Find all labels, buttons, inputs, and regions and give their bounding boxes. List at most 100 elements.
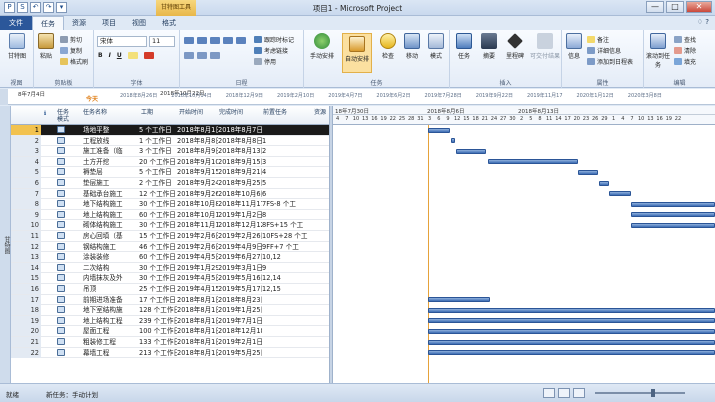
start-cell[interactable]: 2019年2月6日: [177, 231, 218, 241]
progress-100-icon[interactable]: [236, 37, 246, 44]
start-cell[interactable]: 2019年2月6日: [177, 242, 218, 252]
gantt-task-bar[interactable]: [599, 180, 609, 186]
start-cell[interactable]: 2018年8月1日: [177, 295, 218, 305]
cut-button[interactable]: 剪切: [60, 35, 82, 44]
task-mode-icon[interactable]: [57, 273, 77, 284]
table-row[interactable]: 4 土方开挖20 个工作日2018年9月10日2018年9月15日3: [11, 156, 329, 168]
finish-cell[interactable]: 2019年5月17日: [218, 284, 262, 294]
finish-cell[interactable]: 2018年9月21日: [218, 167, 262, 177]
task-name-cell[interactable]: 场地平整: [83, 125, 139, 135]
predecessors-cell[interactable]: 2: [262, 146, 312, 156]
help-icon[interactable]: ♢ ?: [697, 18, 709, 26]
table-row[interactable]: 3 施工准备（临3 个工作日2018年8月9日2018年8月13日2: [11, 146, 329, 157]
task-mode-icon[interactable]: [57, 242, 77, 253]
table-row[interactable]: 2 工程放线 1 个工作日 2018年8月8日 2018年8月8日 1: [11, 135, 329, 147]
status-new-tasks-mode[interactable]: 新任务：手动计划: [46, 389, 98, 399]
link-tasks-icon[interactable]: [184, 52, 194, 59]
gantt-task-bar[interactable]: [428, 297, 490, 303]
finish-cell[interactable]: 2019年5月25日: [218, 348, 262, 358]
finish-cell[interactable]: 2019年2月1日: [218, 337, 262, 347]
tab-project[interactable]: 项目: [94, 16, 124, 30]
task-usage-shortcut-icon[interactable]: [558, 388, 570, 398]
row-number[interactable]: 21: [11, 337, 41, 347]
duration-cell[interactable]: 15 个工作日: [139, 231, 177, 241]
table-row[interactable]: 6 垫层施工2 个工作日2018年9月24日2018年9月25日5: [11, 178, 329, 189]
predecessors-cell[interactable]: 4: [262, 167, 312, 177]
finish-cell[interactable]: 2018年8月23日: [218, 295, 262, 305]
table-row[interactable]: 19 地上结构工程 239 个工作日 2018年8月1日 2019年7月1日: [11, 315, 329, 327]
start-cell[interactable]: 2018年8月1日: [177, 348, 218, 358]
italic-button[interactable]: I: [109, 52, 111, 59]
task-name-cell[interactable]: 土方开挖: [83, 157, 139, 167]
gantt-task-bar[interactable]: [578, 169, 598, 175]
finish-cell[interactable]: 2019年3月1日: [218, 263, 262, 273]
table-row[interactable]: 20 屋面工程100 个工作日2018年8月1日2018年12月18日: [11, 326, 329, 337]
predecessors-cell[interactable]: 1: [262, 136, 312, 146]
scroll-to-task-button[interactable]: 滚动到任务: [646, 33, 670, 69]
row-number[interactable]: 14: [11, 262, 41, 273]
deliverable-button[interactable]: 可交付结果: [530, 33, 560, 60]
inspect-button[interactable]: 检查: [378, 33, 398, 60]
row-number[interactable]: 16: [11, 284, 41, 294]
task-mode-icon[interactable]: [57, 326, 77, 337]
table-row[interactable]: 7 基础承台施工12 个工作日2018年9月26日2018年10月6日6: [11, 188, 329, 200]
table-row[interactable]: 9 地上结构施工60 个工作日2018年10月1日2019年1月2日8: [11, 209, 329, 221]
finish-cell[interactable]: 2018年9月15日: [218, 157, 262, 167]
table-row[interactable]: 14 二次结构30 个工作日2019年1月29日2019年3月1日9: [11, 262, 329, 274]
gantt-task-bar[interactable]: [631, 222, 715, 228]
add-to-timeline-button[interactable]: 添加到日程表: [587, 57, 633, 66]
start-cell[interactable]: 2018年8月1日: [177, 337, 218, 347]
start-cell[interactable]: 2018年9月10日: [177, 157, 218, 167]
finish-cell[interactable]: 2018年10月6日: [218, 189, 262, 199]
duration-cell[interactable]: 30 个工作日: [139, 273, 177, 283]
row-number[interactable]: 18: [11, 305, 41, 316]
task-mode-icon[interactable]: [57, 178, 77, 189]
table-row[interactable]: 10 砌体结构施工30 个工作日2018年11月1日2018年12月12日8FS+…: [11, 220, 329, 231]
progress-75-icon[interactable]: [223, 37, 233, 44]
respect-links-button[interactable]: 考虑链接: [254, 46, 288, 55]
column-header-predecessors[interactable]: 前置任务: [263, 109, 287, 116]
tab-task[interactable]: 任务: [32, 16, 64, 30]
table-row[interactable]: 8 地下结构施工30 个工作日2018年10月8日2018年11月17日7FS-8…: [11, 199, 329, 210]
copy-button[interactable]: 复制: [60, 46, 82, 55]
column-header-duration[interactable]: 工期: [141, 109, 153, 116]
duration-cell[interactable]: 2 个工作日: [139, 178, 177, 188]
task-name-cell[interactable]: 基础承台施工: [83, 189, 139, 199]
finish-cell[interactable]: 2018年12月18日: [218, 326, 262, 336]
gantt-task-bar[interactable]: [631, 212, 715, 218]
finish-cell[interactable]: 2018年12月12日: [218, 220, 262, 230]
gantt-task-bar[interactable]: [451, 138, 455, 144]
table-row[interactable]: 1 场地平整 5 个工作日 2018年8月1日 2018年8月7日: [11, 125, 329, 136]
table-row[interactable]: 11 房心回填（基15 个工作日2019年2月6日2019年2月26日10FS+2…: [11, 231, 329, 242]
task-mode-icon[interactable]: [57, 220, 77, 231]
column-header-finish[interactable]: 完成时间: [219, 109, 243, 116]
row-number[interactable]: 11: [11, 231, 41, 241]
duration-cell[interactable]: 60 个工作日: [139, 210, 177, 220]
font-name-select[interactable]: 宋体: [97, 36, 147, 47]
task-mode-icon[interactable]: [57, 167, 77, 178]
row-number[interactable]: 9: [11, 209, 41, 220]
task-mode-icon[interactable]: [57, 199, 77, 210]
notes-button[interactable]: 备注: [587, 35, 609, 44]
gantt-task-bar[interactable]: [609, 191, 631, 197]
table-row[interactable]: 18 地下室结构施128 个工作日2018年8月1日2019年1月25日: [11, 305, 329, 316]
font-color-icon[interactable]: [143, 52, 154, 59]
row-number[interactable]: 13: [11, 252, 41, 263]
predecessors-cell[interactable]: 12,14: [262, 273, 312, 283]
task-mode-icon[interactable]: [57, 305, 77, 316]
task-mode-icon[interactable]: [57, 125, 77, 136]
timeline-bar[interactable]: 8年7月4日 今天 2018年10月22日 2018年8月26日 2018年10月…: [0, 89, 715, 105]
column-header-name[interactable]: 任务名称: [83, 109, 107, 116]
table-row[interactable]: 22 幕墙工程213 个工作日2018年8月1日2019年5月25日: [11, 347, 329, 359]
predecessors-cell[interactable]: 10FS+28 个工: [262, 231, 312, 241]
mark-on-track-button[interactable]: 跟踪时标记: [254, 35, 294, 44]
gantt-task-bar[interactable]: [428, 318, 715, 324]
gantt-task-bar[interactable]: [428, 307, 715, 313]
duration-cell[interactable]: 12 个工作日: [139, 189, 177, 199]
duration-cell[interactable]: 46 个工作日: [139, 242, 177, 252]
task-name-cell[interactable]: 房心回填（基: [83, 231, 139, 241]
duration-cell[interactable]: 1 个工作日: [139, 136, 177, 146]
tab-format[interactable]: 格式: [154, 16, 184, 30]
task-mode-icon[interactable]: [57, 337, 77, 348]
task-mode-icon[interactable]: [57, 157, 77, 168]
